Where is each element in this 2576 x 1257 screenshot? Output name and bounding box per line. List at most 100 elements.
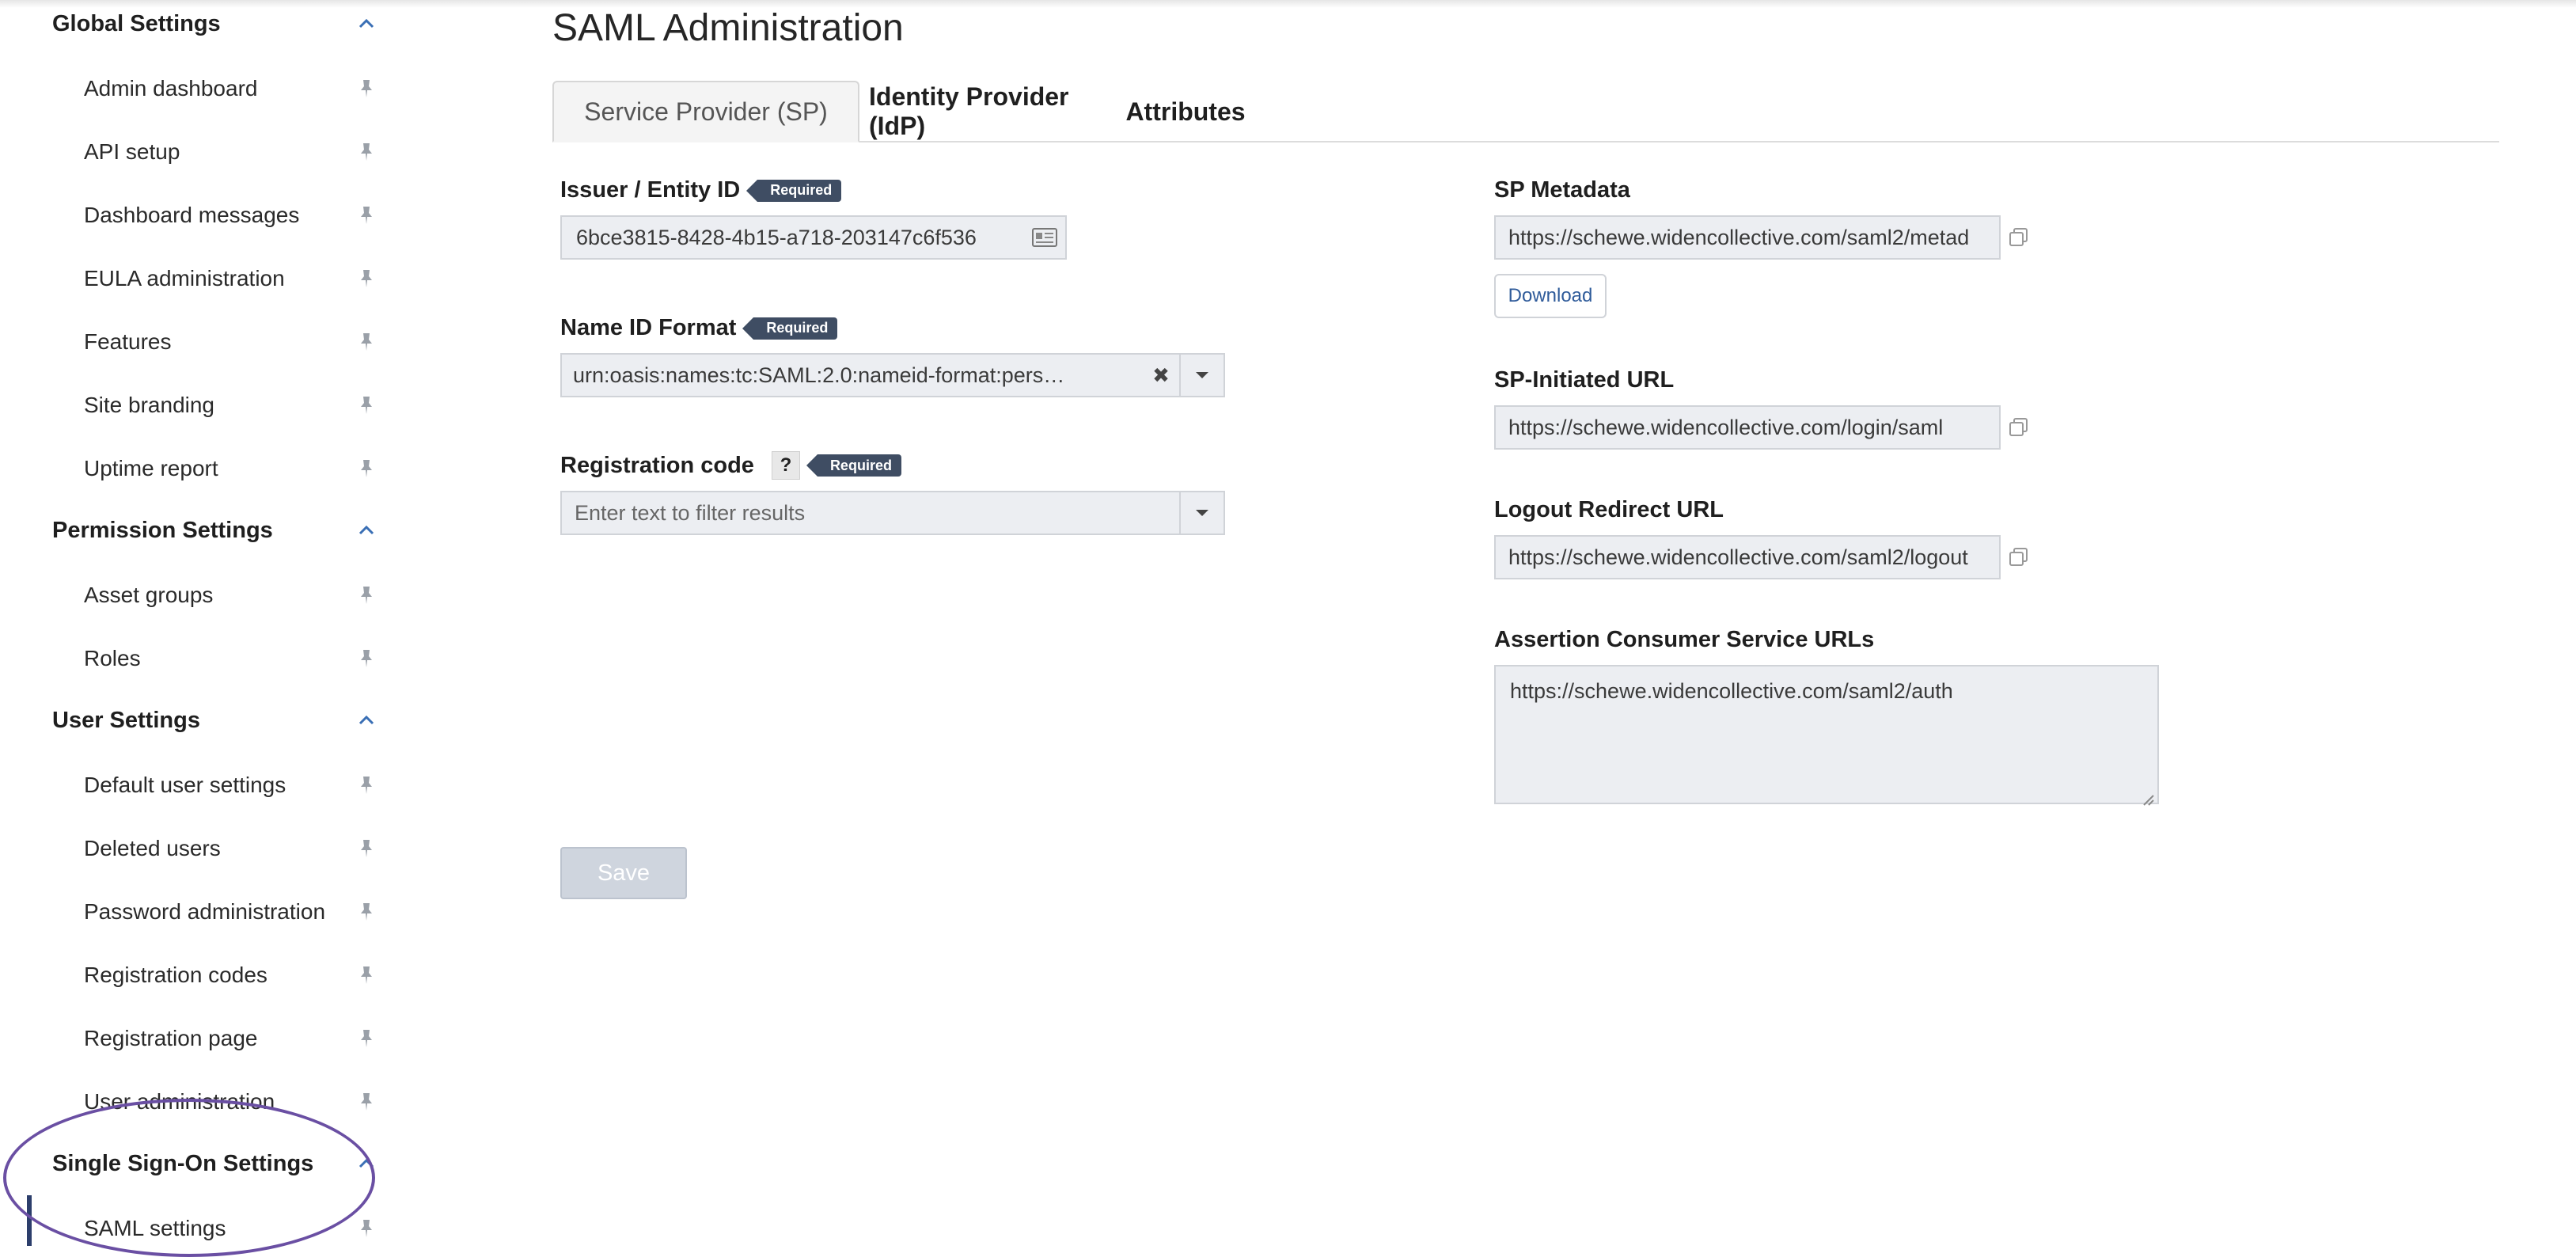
logout-redirect-url-field[interactable]: https://schewe.widencollective.com/saml2… <box>1494 535 2001 579</box>
section-global-settings[interactable]: Global Settings <box>52 0 377 47</box>
sidebar-item-default-user-settings[interactable]: Default user settings <box>84 761 377 809</box>
id-card-icon[interactable] <box>1024 217 1065 258</box>
sidebar-item-label: Features <box>84 329 172 354</box>
acs-urls-textarea[interactable]: https://schewe.widencollective.com/saml2… <box>1494 665 2159 806</box>
resize-handle-icon[interactable] <box>2142 787 2154 806</box>
sidebar-item-api-setup[interactable]: API setup <box>84 128 377 176</box>
sidebar-item-asset-groups[interactable]: Asset groups <box>84 572 377 619</box>
section-single-sign-on-settings[interactable]: Single Sign-On Settings <box>52 1140 377 1187</box>
tab-identity-provider[interactable]: Identity Provider (IdP) <box>869 81 1106 142</box>
sidebar-item-admin-dashboard[interactable]: Admin dashboard <box>84 65 377 112</box>
pin-icon[interactable] <box>356 647 377 670</box>
active-indicator <box>27 1195 32 1246</box>
pin-icon[interactable] <box>356 77 377 101</box>
tab-bar: Service Provider (SP) Identity Provider … <box>552 81 2499 142</box>
pin-icon[interactable] <box>356 267 377 291</box>
registration-code-label-row: Registration code ? Required <box>560 451 901 480</box>
name-id-format-value: urn:oasis:names:tc:SAML:2.0:nameid-forma… <box>573 363 1065 387</box>
name-id-format-label: Name ID Format <box>560 315 737 340</box>
sidebar-item-deleted-users[interactable]: Deleted users <box>84 825 377 872</box>
sidebar-item-label: User administration <box>84 1089 275 1114</box>
copy-icon[interactable] <box>2009 547 2029 568</box>
sidebar-item-label: Admin dashboard <box>84 76 258 101</box>
copy-icon[interactable] <box>2009 227 2029 248</box>
chevron-down-icon[interactable] <box>1179 355 1224 396</box>
sidebar-item-site-branding[interactable]: Site branding <box>84 382 377 429</box>
pin-icon[interactable] <box>356 140 377 164</box>
pin-icon[interactable] <box>356 963 377 987</box>
name-id-format-select[interactable]: urn:oasis:names:tc:SAML:2.0:nameid-forma… <box>560 353 1225 397</box>
pin-icon[interactable] <box>356 900 377 924</box>
sidebar-item-uptime-report[interactable]: Uptime report <box>84 445 377 492</box>
section-title: Permission Settings <box>52 517 273 543</box>
sp-initiated-url-value: https://schewe.widencollective.com/login… <box>1508 415 1944 439</box>
sp-metadata-label: SP Metadata <box>1494 177 1630 203</box>
sidebar: Global Settings Admin dashboard API setu… <box>0 0 396 1257</box>
chevron-up-icon[interactable] <box>356 13 377 34</box>
required-badge: Required <box>806 454 901 477</box>
acs-urls-value: https://schewe.widencollective.com/saml2… <box>1510 679 1953 703</box>
pin-icon[interactable] <box>356 1090 377 1114</box>
sidebar-item-label: Password administration <box>84 899 326 924</box>
sidebar-item-label: Registration codes <box>84 963 267 987</box>
sidebar-item-saml-settings[interactable]: SAML settings <box>84 1205 377 1252</box>
section-title: Global Settings <box>52 10 221 36</box>
pin-icon[interactable] <box>356 1027 377 1050</box>
sp-metadata-field[interactable]: https://schewe.widencollective.com/saml2… <box>1494 215 2001 260</box>
sidebar-item-label: SAML settings <box>84 1216 226 1240</box>
chevron-down-icon[interactable] <box>1179 492 1224 534</box>
sidebar-item-label: Deleted users <box>84 836 221 860</box>
issuer-field[interactable]: 6bce3815-8428-4b15-a718-203147c6f536 <box>560 215 1067 260</box>
pin-icon[interactable] <box>356 773 377 797</box>
copy-icon[interactable] <box>2009 417 2029 438</box>
pin-icon[interactable] <box>356 330 377 354</box>
registration-code-select[interactable]: Enter text to filter results <box>560 491 1225 535</box>
registration-code-placeholder: Enter text to filter results <box>575 500 806 525</box>
sidebar-item-label: Asset groups <box>84 583 214 607</box>
sidebar-item-label: Uptime report <box>84 456 218 480</box>
sp-initiated-url-label: SP-Initiated URL <box>1494 367 1675 393</box>
section-title: Single Sign-On Settings <box>52 1150 314 1176</box>
help-button[interactable]: ? <box>771 451 800 480</box>
sidebar-item-label: API setup <box>84 139 180 164</box>
chevron-up-icon[interactable] <box>356 1153 377 1174</box>
sidebar-item-label: Default user settings <box>84 773 286 797</box>
logout-redirect-url-label: Logout Redirect URL <box>1494 497 1724 522</box>
sidebar-item-eula-administration[interactable]: EULA administration <box>84 255 377 302</box>
chevron-up-icon[interactable] <box>356 710 377 731</box>
pin-icon[interactable] <box>356 203 377 227</box>
pin-icon[interactable] <box>356 393 377 417</box>
sidebar-item-password-administration[interactable]: Password administration <box>84 888 377 936</box>
sidebar-item-label: Site branding <box>84 393 215 417</box>
tab-service-provider[interactable]: Service Provider (SP) <box>552 81 859 142</box>
sidebar-item-label: Dashboard messages <box>84 203 300 227</box>
download-button[interactable]: Download <box>1494 274 1607 318</box>
issuer-label-row: Issuer / Entity ID Required <box>560 177 842 203</box>
sp-initiated-url-field[interactable]: https://schewe.widencollective.com/login… <box>1494 405 2001 450</box>
sidebar-item-label: Registration page <box>84 1026 258 1050</box>
tab-attributes[interactable]: Attributes <box>1114 81 1257 142</box>
pin-icon[interactable] <box>356 837 377 860</box>
save-button[interactable]: Save <box>560 847 687 899</box>
sidebar-item-dashboard-messages[interactable]: Dashboard messages <box>84 192 377 239</box>
sidebar-item-features[interactable]: Features <box>84 318 377 366</box>
sidebar-item-label: Roles <box>84 646 141 670</box>
pin-icon[interactable] <box>356 457 377 480</box>
chevron-up-icon[interactable] <box>356 520 377 541</box>
logout-redirect-url-value: https://schewe.widencollective.com/saml2… <box>1508 545 1968 569</box>
required-badge: Required <box>742 317 838 340</box>
name-id-format-label-row: Name ID Format Required <box>560 315 838 341</box>
sidebar-item-registration-page[interactable]: Registration page <box>84 1015 377 1062</box>
sidebar-item-registration-codes[interactable]: Registration codes <box>84 951 377 999</box>
pin-icon[interactable] <box>356 583 377 607</box>
section-title: User Settings <box>52 707 200 733</box>
clear-icon[interactable]: ✖ <box>1143 355 1179 396</box>
sidebar-item-label: EULA administration <box>84 266 285 291</box>
section-user-settings[interactable]: User Settings <box>52 697 377 744</box>
issuer-value: 6bce3815-8428-4b15-a718-203147c6f536 <box>576 225 977 249</box>
pin-icon[interactable] <box>356 1217 377 1240</box>
sidebar-item-roles[interactable]: Roles <box>84 635 377 682</box>
section-permission-settings[interactable]: Permission Settings <box>52 507 377 554</box>
required-badge: Required <box>746 179 842 202</box>
sidebar-item-user-administration[interactable]: User administration <box>84 1078 377 1126</box>
